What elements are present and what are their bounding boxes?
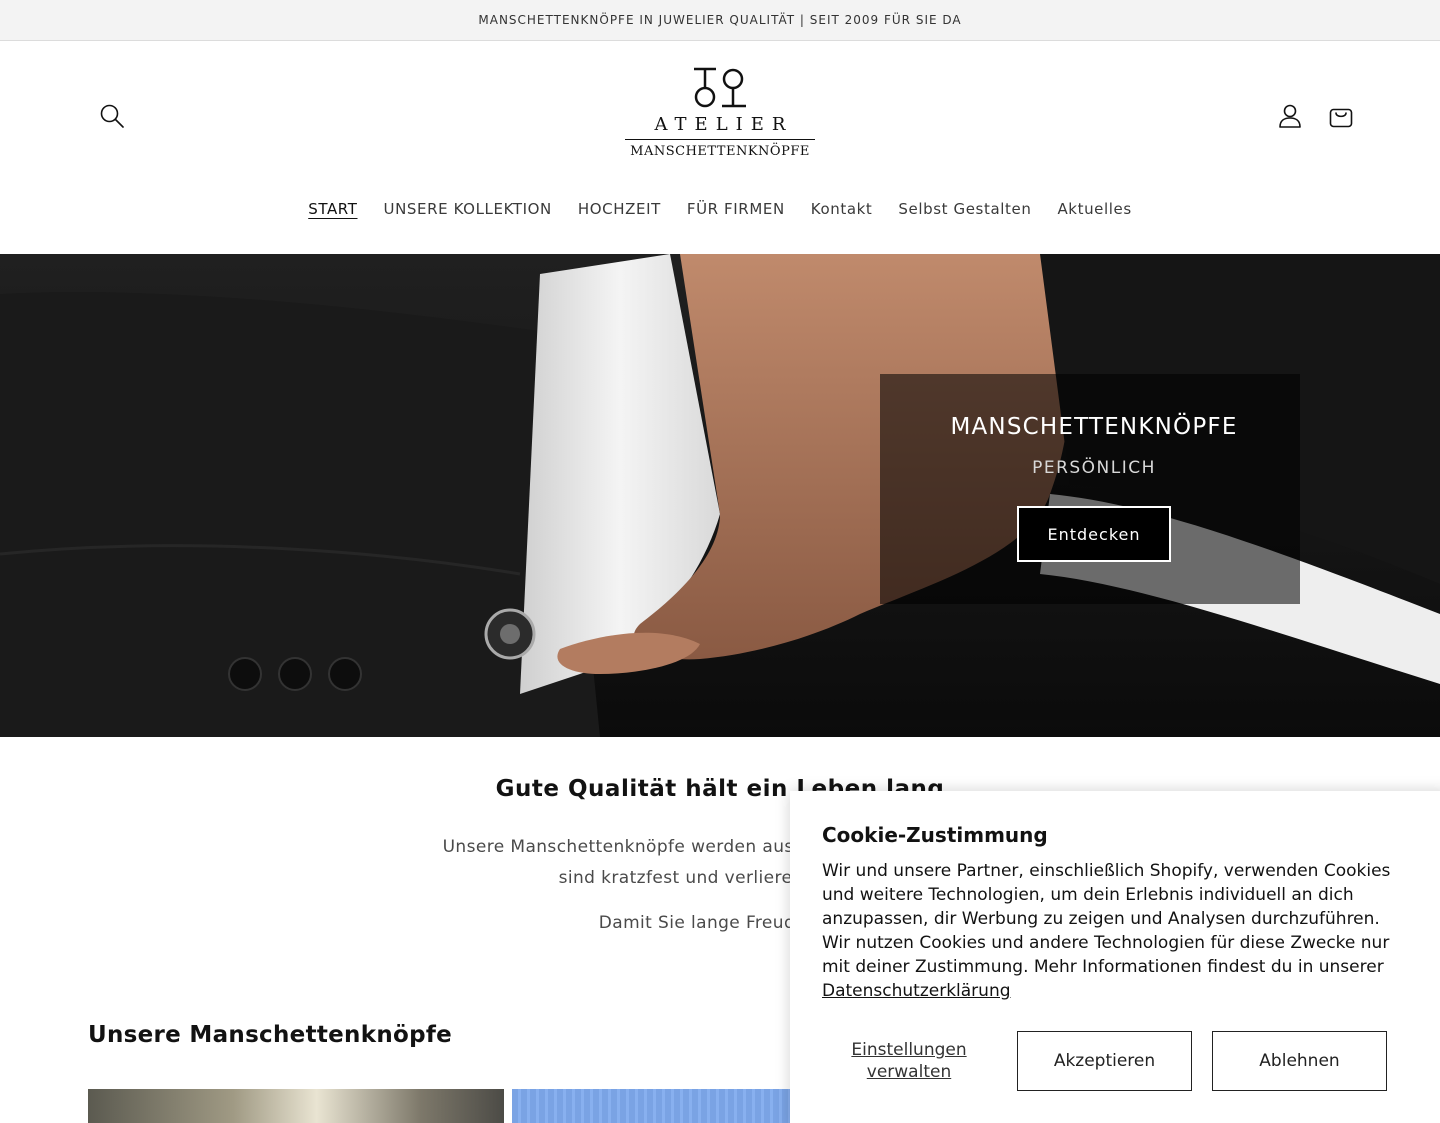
nav-item-business[interactable]: FÜR FIRMEN [687, 200, 785, 218]
account-button[interactable] [1268, 94, 1312, 138]
logo-wordmark: ATELIER [654, 114, 794, 135]
nav-item-collection[interactable]: UNSERE KOLLEKTION [384, 200, 552, 218]
decline-button[interactable]: Ablehnen [1212, 1031, 1387, 1091]
cookie-actions: Einstellungen verwalten Akzeptieren Able… [822, 1031, 1388, 1091]
hero-subtitle: PERSÖNLICH [1032, 458, 1156, 478]
logo-divider [625, 139, 815, 140]
logo-mark-icon [694, 67, 746, 108]
cookie-text: Wir und unsere Partner, einschließlich S… [822, 859, 1412, 1003]
manage-settings-button[interactable]: Einstellungen verwalten [822, 1031, 996, 1091]
nav-item-news[interactable]: Aktuelles [1057, 200, 1131, 218]
search-icon [100, 104, 124, 128]
hero-banner: MANSCHETTENKNÖPFE PERSÖNLICH Entdecken [0, 254, 1440, 737]
privacy-policy-link[interactable]: Datenschutzerklärung [822, 981, 1011, 1001]
user-icon [1279, 104, 1301, 128]
cart-button[interactable] [1319, 94, 1363, 138]
hero-title: MANSCHETTENKNÖPFE [950, 414, 1238, 440]
search-button[interactable] [90, 94, 134, 138]
discover-button[interactable]: Entdecken [1017, 506, 1171, 562]
shopping-bag-icon [1329, 108, 1353, 128]
product-card[interactable] [88, 1089, 504, 1123]
accept-button[interactable]: Akzeptieren [1017, 1031, 1192, 1091]
site-logo[interactable]: ATELIER MANSCHETTENKNÖPFE [623, 66, 817, 168]
nav-item-contact[interactable]: Kontakt [811, 200, 873, 218]
announcement-bar: MANSCHETTENKNÖPFE IN JUWELIER QUALITÄT |… [0, 0, 1440, 41]
cookie-title: Cookie-Zustimmung [822, 823, 1048, 847]
nav-item-customize[interactable]: Selbst Gestalten [898, 200, 1031, 218]
site-header: ATELIER MANSCHETTENKNÖPFE START UNSERE K… [0, 41, 1440, 254]
announcement-text: MANSCHETTENKNÖPFE IN JUWELIER QUALITÄT |… [478, 13, 962, 27]
main-navigation: START UNSERE KOLLEKTION HOCHZEIT FÜR FIR… [0, 185, 1440, 233]
hero-content: MANSCHETTENKNÖPFE PERSÖNLICH Entdecken [900, 414, 1288, 562]
nav-item-start[interactable]: START [308, 200, 357, 218]
logo-subline: MANSCHETTENKNÖPFE [630, 144, 810, 159]
cookie-consent-banner: Cookie-Zustimmung Wir und unsere Partner… [790, 791, 1440, 1123]
collection-heading: Unsere Manschettenknöpfe [88, 1022, 453, 1048]
cookie-description: Wir und unsere Partner, einschließlich S… [822, 861, 1391, 977]
nav-item-wedding[interactable]: HOCHZEIT [578, 200, 661, 218]
